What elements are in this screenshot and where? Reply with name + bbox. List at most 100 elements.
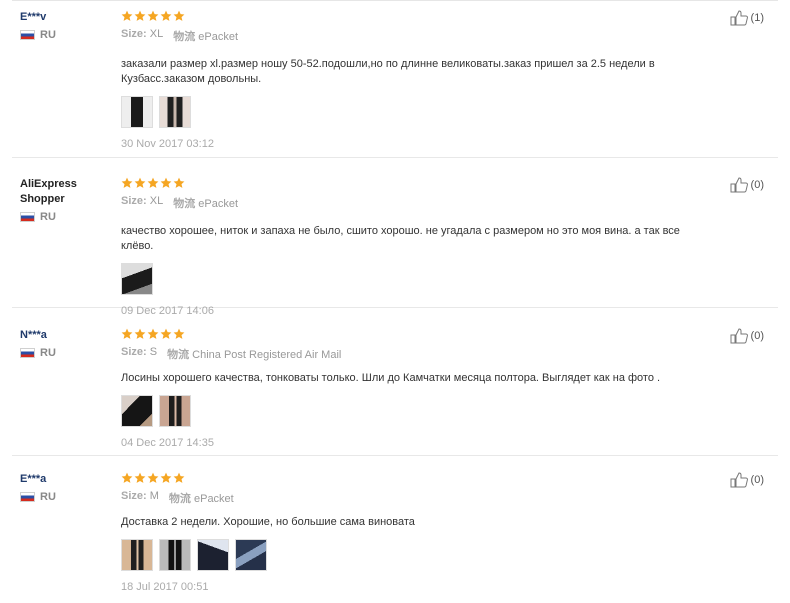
russia-flag-icon (20, 492, 35, 502)
review-date: 18 Jul 2017 00:51 (121, 581, 209, 593)
reviewer-name[interactable]: E***v (20, 10, 110, 25)
helpful-count: (0) (750, 179, 764, 191)
size-value: XL (149, 195, 164, 207)
review-photo[interactable] (121, 263, 153, 295)
star-icon (134, 472, 146, 483)
russia-flag-icon (20, 348, 35, 358)
size-label: Size: (121, 195, 147, 207)
star-icon (134, 328, 146, 339)
reviewer-name[interactable]: E***a (20, 472, 110, 487)
size-label: Size: (121, 490, 147, 502)
review-photo[interactable] (121, 395, 153, 427)
helpful-button[interactable]: (0) (730, 177, 764, 193)
review-photo[interactable] (159, 395, 191, 427)
star-icon (160, 328, 172, 339)
shipping-label: 物流 (173, 31, 196, 43)
review-photos (121, 96, 698, 128)
country-code: RU (40, 347, 56, 359)
review-text: Доставка 2 недели. Хорошие, но большие с… (121, 516, 415, 528)
rating-stars (121, 10, 698, 22)
russia-flag-icon (20, 212, 35, 222)
review-item: E***v RU Size: XL 物流 ePacket заказали ра… (12, 10, 778, 158)
size-label: Size: (121, 346, 147, 358)
star-icon (121, 328, 133, 339)
review-item: E***a RU Size: M 物流 ePacket Доставка 2 н… (12, 472, 778, 603)
star-icon (173, 10, 185, 21)
review-photo[interactable] (159, 96, 191, 128)
helpful-count: (1) (750, 12, 764, 24)
reviewer-info: E***v RU (20, 10, 110, 41)
shipping-label: 物流 (173, 198, 196, 210)
size-value: S (149, 346, 158, 358)
shipping-value: China Post Registered Air Mail (192, 349, 342, 361)
rating-stars (121, 472, 698, 484)
star-icon (160, 472, 172, 483)
review-photo[interactable] (121, 539, 153, 571)
reviewer-info: N***a RU (20, 328, 110, 359)
review-photo[interactable] (121, 96, 153, 128)
review-text: заказали размер xl.размер ношу 50-52.под… (121, 58, 655, 85)
review-photo[interactable] (197, 539, 229, 571)
review-photos (121, 539, 698, 571)
review-meta: Size: M 物流 ePacket (121, 490, 698, 506)
star-icon (147, 328, 159, 339)
reviewer-name[interactable]: AliExpress Shopper (20, 177, 110, 207)
thumbs-up-icon (730, 10, 748, 26)
shipping-value: ePacket (198, 31, 239, 43)
star-icon (173, 177, 185, 188)
country-code: RU (40, 491, 56, 503)
helpful-button[interactable]: (0) (730, 472, 764, 488)
reviewer-name[interactable]: N***a (20, 328, 110, 343)
star-icon (121, 472, 133, 483)
review-item: N***a RU Size: S 物流 China Post Registere… (12, 328, 778, 456)
country-code: RU (40, 29, 56, 41)
review-photos (121, 263, 698, 295)
review-meta: Size: XL 物流 ePacket (121, 28, 698, 44)
review-date: 09 Dec 2017 14:06 (121, 305, 214, 317)
helpful-count: (0) (750, 474, 764, 486)
top-divider (12, 0, 778, 1)
shipping-label: 物流 (167, 349, 190, 361)
review-date: 04 Dec 2017 14:35 (121, 437, 214, 449)
star-icon (134, 177, 146, 188)
star-icon (173, 472, 185, 483)
reviewer-info: AliExpress Shopper RU (20, 177, 110, 223)
country-code: RU (40, 211, 56, 223)
star-icon (160, 177, 172, 188)
star-icon (147, 10, 159, 21)
russia-flag-icon (20, 30, 35, 40)
shipping-label: 物流 (168, 493, 191, 505)
review-content: Size: XL 物流 ePacket заказали размер xl.р… (121, 10, 698, 150)
review-photos (121, 395, 698, 427)
review-content: Size: M 物流 ePacket Доставка 2 недели. Хо… (121, 472, 698, 593)
rating-stars (121, 328, 698, 340)
review-text: Лосины хорошего качества, тонковаты толь… (121, 372, 661, 384)
thumbs-up-icon (730, 328, 748, 344)
review-text: качество хорошее, ниток и запаха не было… (121, 225, 680, 252)
star-icon (173, 328, 185, 339)
star-icon (147, 177, 159, 188)
review-meta: Size: XL 物流 ePacket (121, 195, 698, 211)
review-meta: Size: S 物流 China Post Registered Air Mai… (121, 346, 698, 362)
thumbs-up-icon (730, 177, 748, 193)
review-item: AliExpress Shopper RU Size: XL 物流 ePacke… (12, 177, 778, 317)
star-icon (147, 472, 159, 483)
shipping-value: ePacket (198, 198, 239, 210)
reviewer-country: RU (20, 491, 110, 503)
review-date: 30 Nov 2017 03:12 (121, 138, 214, 150)
reviewer-info: E***a RU (20, 472, 110, 503)
reviewer-country: RU (20, 347, 110, 359)
thumbs-up-icon (730, 472, 748, 488)
reviewer-country: RU (20, 29, 110, 41)
size-value: M (149, 490, 159, 502)
rating-stars (121, 177, 698, 189)
star-icon (121, 177, 133, 188)
shipping-value: ePacket (193, 493, 234, 505)
helpful-button[interactable]: (0) (730, 328, 764, 344)
helpful-count: (0) (750, 330, 764, 342)
helpful-button[interactable]: (1) (730, 10, 764, 26)
review-photo[interactable] (235, 539, 267, 571)
star-icon (134, 10, 146, 21)
review-photo[interactable] (159, 539, 191, 571)
size-label: Size: (121, 28, 147, 40)
